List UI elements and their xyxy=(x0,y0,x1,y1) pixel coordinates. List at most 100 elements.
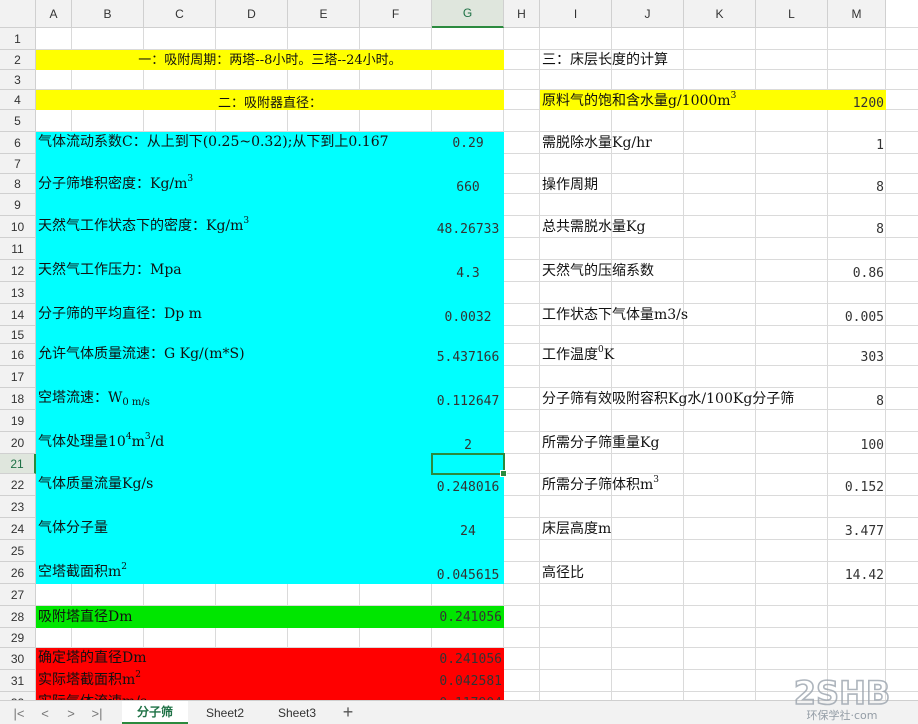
left-param-label: 允许气体质量流速：G Kg/(m*S) xyxy=(38,346,245,362)
left-param-label: 空塔截面积m2 xyxy=(38,562,127,582)
column-header-h[interactable]: H xyxy=(504,0,540,28)
row-header-19[interactable]: 19 xyxy=(0,410,36,432)
left-param-label-sup2: 3 xyxy=(144,432,151,442)
sheet-tab-bar: |< < > >| 分子筛 Sheet2 Sheet3 + xyxy=(0,700,918,724)
left-param-label: 天然气工作状态下的密度：Kg/m3 xyxy=(38,216,249,236)
spreadsheet-grid[interactable]: A B C D E F G H I J K L M 1 2 3 4 5 6 7 8 9 10 11 12 13 14 15 16 17 18… xyxy=(0,0,918,700)
right-param-label-sup: 3 xyxy=(653,475,660,485)
row-header-11[interactable]: 11 xyxy=(0,238,36,260)
row-header-13[interactable]: 13 xyxy=(0,282,36,304)
column-header-m[interactable]: M xyxy=(828,0,886,28)
column-header-i[interactable]: I xyxy=(540,0,612,28)
column-header-c[interactable]: C xyxy=(144,0,216,28)
row-header-3[interactable]: 3 xyxy=(0,70,36,90)
row-header-29[interactable]: 29 xyxy=(0,628,36,648)
column-header-e[interactable]: E xyxy=(288,0,360,28)
left-param-label-sub: 0 m/s xyxy=(122,397,150,408)
column-header-j[interactable]: J xyxy=(612,0,684,28)
column-header-d[interactable]: D xyxy=(216,0,288,28)
row-header-20[interactable]: 20 xyxy=(0,432,36,454)
row-header-21[interactable]: 21 xyxy=(0,454,36,474)
row-header-25[interactable]: 25 xyxy=(0,540,36,562)
tab-sheet-1[interactable]: 分子筛 xyxy=(122,701,188,724)
left-param-label-label: 分子筛的平均直径：Dp m xyxy=(38,306,202,322)
row-header-32[interactable]: 32 xyxy=(0,692,36,700)
left-param-label: 分子筛堆积密度：Kg/m3 xyxy=(38,174,193,194)
column-header-a[interactable]: A xyxy=(36,0,72,28)
row-header-27[interactable]: 27 xyxy=(0,584,36,606)
row-header-10[interactable]: 10 xyxy=(0,216,36,238)
right-param-value: 8 xyxy=(876,180,884,195)
right-param-label-label: 工作温度 xyxy=(542,347,598,363)
row-header-30[interactable]: 30 xyxy=(0,648,36,670)
left-param-value: 48.26733 xyxy=(436,222,500,237)
row-header-18[interactable]: 18 xyxy=(0,388,36,410)
row-header-16[interactable]: 16 xyxy=(0,344,36,366)
left-param-label-label: 空塔流速：W xyxy=(38,390,123,406)
right-param-label: 所需分子筛体积m3 xyxy=(542,475,660,495)
add-sheet-icon[interactable]: + xyxy=(338,702,358,722)
column-header-k[interactable]: K xyxy=(684,0,756,28)
right-param-label: 分子筛有效吸附容积Kg水/100Kg分子筛 xyxy=(542,391,794,407)
row-header-14[interactable]: 14 xyxy=(0,304,36,326)
tab-sheet-3[interactable]: Sheet3 xyxy=(264,701,330,724)
row-header-7[interactable]: 7 xyxy=(0,154,36,174)
selected-cell[interactable] xyxy=(431,453,507,477)
right-param-label-label: 天然气的压缩系数 xyxy=(542,263,654,279)
left-param-label-sup: 4 xyxy=(125,432,132,442)
right-param-label-sup: 3 xyxy=(730,91,737,101)
row-header-31[interactable]: 31 xyxy=(0,670,36,692)
right-param-value: 8 xyxy=(876,222,884,237)
row-header-12[interactable]: 12 xyxy=(0,260,36,282)
select-all-corner[interactable] xyxy=(0,0,36,28)
final-row-label-sup: 2 xyxy=(135,670,142,680)
right-param-label: 所需分子筛重量Kg xyxy=(542,435,659,451)
final-row-value: 0.241056 xyxy=(439,652,502,667)
left-param-label: 分子筛的平均直径：Dp m xyxy=(38,306,202,322)
right-param-label: 高径比 xyxy=(542,565,584,581)
row-header-23[interactable]: 23 xyxy=(0,496,36,518)
right-param-label-label: 需脱除水量Kg/hr xyxy=(542,135,652,151)
right-param-value: 0.152 xyxy=(844,480,884,495)
row-header-26[interactable]: 26 xyxy=(0,562,36,584)
next-sheet-icon[interactable]: > xyxy=(62,704,80,722)
left-param-value: 0.0032 xyxy=(444,310,492,325)
row-header-8[interactable]: 8 xyxy=(0,174,36,194)
tab-sheet-2[interactable]: Sheet2 xyxy=(192,701,258,724)
right-param-label-label: 原料气的饱和含水量g/1000m xyxy=(542,93,731,109)
column-header-b[interactable]: B xyxy=(72,0,144,28)
left-param-value: 5.437166 xyxy=(436,350,500,365)
row-header-6[interactable]: 6 xyxy=(0,132,36,154)
row-header-22[interactable]: 22 xyxy=(0,474,36,496)
column-header-f[interactable]: F xyxy=(360,0,432,28)
first-sheet-icon[interactable]: |< xyxy=(10,704,28,722)
prev-sheet-icon[interactable]: < xyxy=(36,704,54,722)
row-header-24[interactable]: 24 xyxy=(0,518,36,540)
row-header-5[interactable]: 5 xyxy=(0,110,36,132)
right-param-value: 3.477 xyxy=(844,524,884,539)
left-param-label-label: 气体分子量 xyxy=(38,520,108,536)
row-header-4[interactable]: 4 xyxy=(0,90,36,110)
left-param-label: 气体流动系数C：从上到下(0.25~0.32);从下到上0.167 xyxy=(38,134,389,150)
right-param-value: 100 xyxy=(860,438,884,453)
left-param-label: 气体处理量104m3/d xyxy=(38,432,165,452)
left-param-label-label: 气体处理量10 xyxy=(38,434,126,450)
right-param-label-sup: 0 xyxy=(598,345,604,355)
left-param-value: 24 xyxy=(460,524,476,539)
column-header-l[interactable]: L xyxy=(756,0,828,28)
column-header-g[interactable]: G xyxy=(432,0,504,28)
row-header-28[interactable]: 28 xyxy=(0,606,36,628)
right-param-value: 14.42 xyxy=(844,568,884,583)
row-header-1[interactable]: 1 xyxy=(0,28,36,50)
right-param-label: 操作周期 xyxy=(542,177,598,193)
right-param-value: 1200 xyxy=(852,96,884,111)
row-header-17[interactable]: 17 xyxy=(0,366,36,388)
left-param-label-label3: /d xyxy=(150,434,165,450)
right-param-label-label: 工作状态下气体量m3/s xyxy=(542,307,689,323)
last-sheet-icon[interactable]: >| xyxy=(88,704,106,722)
row-header-9[interactable]: 9 xyxy=(0,194,36,216)
right-param-label-label: 床层高度m xyxy=(542,521,612,537)
row-header-2[interactable]: 2 xyxy=(0,50,36,70)
row-header-15[interactable]: 15 xyxy=(0,326,36,344)
left-param-value: 0.248016 xyxy=(436,480,500,495)
